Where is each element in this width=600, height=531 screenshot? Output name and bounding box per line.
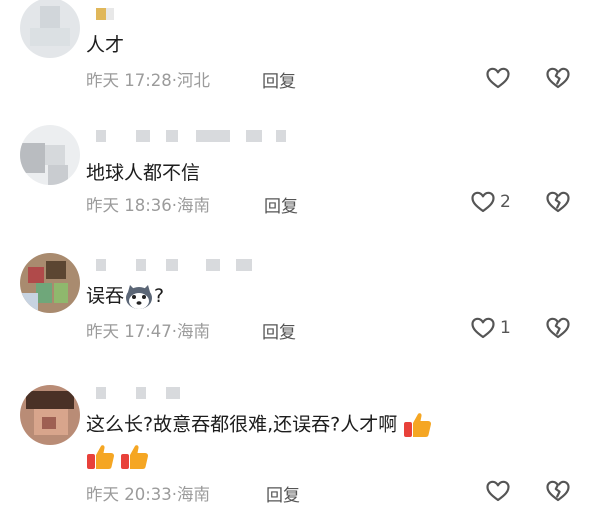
comment-time: 昨天 17:28 — [86, 71, 172, 90]
comment-text-before: 误吞 — [86, 285, 125, 307]
thumbs-up-emoji-icon — [121, 445, 149, 469]
reply-button[interactable]: 回复 — [264, 192, 298, 217]
avatar[interactable] — [20, 125, 80, 185]
dislike-button[interactable] — [545, 190, 571, 218]
reply-button[interactable]: 回复 — [266, 481, 300, 506]
comment-text-main: 这么长?故意吞都很难,还误吞?人才啊 — [86, 413, 398, 436]
avatar[interactable] — [20, 385, 80, 445]
comment-text: 误吞? — [86, 283, 164, 310]
reply-button[interactable]: 回复 — [262, 318, 296, 343]
comment-location: 海南 — [177, 196, 211, 215]
comment-location: 海南 — [177, 322, 211, 341]
emoji-row — [86, 443, 150, 471]
comment-time: 昨天 18:36 — [86, 196, 172, 215]
heart-outline-icon — [471, 191, 495, 213]
thumbs-up-emoji-icon — [87, 445, 115, 469]
broken-heart-icon — [546, 67, 570, 89]
comment-item: 这么长?故意吞都很难,还误吞?人才啊 昨天 20:33·海南 回复 — [0, 375, 600, 531]
heart-outline-icon — [471, 317, 495, 339]
husky-emoji-icon — [126, 284, 153, 309]
broken-heart-icon — [546, 191, 570, 213]
dislike-button[interactable] — [545, 316, 571, 344]
dislike-button[interactable] — [545, 66, 571, 94]
thumbs-up-emoji-icon — [404, 413, 432, 437]
comment-location: 河北 — [177, 71, 211, 90]
heart-outline-icon — [486, 67, 510, 89]
comment-meta: 昨天 17:28·河北 — [86, 67, 210, 91]
like-count: 2 — [500, 192, 511, 212]
comment-time: 昨天 20:33 — [86, 485, 172, 504]
comment-meta: 昨天 17:47·海南 — [86, 318, 210, 342]
broken-heart-icon — [546, 317, 570, 339]
comment-text-after: ? — [154, 285, 165, 307]
comment-location: 海南 — [177, 485, 211, 504]
heart-outline-icon — [486, 480, 510, 502]
like-button[interactable] — [485, 66, 511, 90]
comment-time: 昨天 17:47 — [86, 322, 172, 341]
comment-item: 地球人都不信 昨天 18:36·海南 回复 2 — [0, 120, 600, 230]
comment-meta: 昨天 18:36·海南 — [86, 192, 210, 216]
like-button[interactable]: 1 — [470, 316, 511, 340]
comment-text: 地球人都不信 — [86, 162, 201, 184]
reply-button[interactable]: 回复 — [262, 67, 296, 92]
comment-meta: 昨天 20:33·海南 — [86, 481, 210, 505]
avatar[interactable] — [20, 0, 80, 58]
comment-text: 这么长?故意吞都很难,还误吞?人才啊 — [86, 411, 433, 439]
broken-heart-icon — [546, 480, 570, 502]
comment-text: 人才 — [86, 34, 125, 56]
like-button[interactable]: 2 — [470, 190, 511, 214]
avatar[interactable] — [20, 253, 80, 313]
like-button[interactable] — [485, 479, 511, 503]
dislike-button[interactable] — [545, 479, 571, 507]
like-count: 1 — [500, 318, 511, 338]
comment-item: 误吞? 昨天 17:47·海南 回复 1 — [0, 245, 600, 360]
comment-item: 人才 昨天 17:28·河北 回复 — [0, 0, 600, 100]
